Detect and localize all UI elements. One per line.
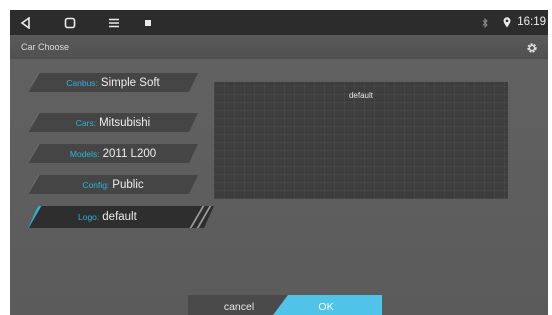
cancel-button[interactable]: cancel	[188, 295, 290, 315]
models-selector[interactable]: Models: 2011 L200	[28, 144, 198, 163]
models-value: 2011 L200	[102, 147, 157, 160]
cars-value: Mitsubishi	[99, 116, 151, 129]
models-label: Models:	[69, 148, 100, 159]
cars-label: Cars:	[75, 117, 97, 128]
car-choose-panel: Canbus: Simple Soft Cars: Mitsubishi Mod…	[10, 59, 548, 315]
status-bar: 16:19	[10, 10, 548, 35]
bluetooth-icon	[480, 10, 490, 35]
cars-selector[interactable]: Cars: Mitsubishi	[28, 113, 198, 132]
canbus-label: Canbus:	[66, 77, 98, 88]
config-selector[interactable]: Config: Public	[28, 175, 198, 194]
canbus-selector[interactable]: Canbus: Simple Soft	[28, 73, 198, 92]
logo-value: default	[102, 211, 137, 223]
preview-label: default	[348, 91, 374, 100]
logo-text: Logo: default	[78, 211, 137, 223]
back-icon[interactable]	[18, 10, 34, 35]
gear-icon[interactable]	[526, 41, 538, 53]
logo-selected-accent	[26, 206, 42, 228]
head-unit-screen: 16:19 Car Choose Canbus: Simple Soft Car…	[10, 10, 548, 315]
logo-label: Logo:	[78, 212, 100, 222]
divider	[197, 206, 212, 228]
canbus-value: Simple Soft	[100, 76, 160, 89]
config-value: Public	[112, 178, 144, 191]
logo-selector[interactable]: Logo: default	[28, 206, 214, 228]
logo-preview: default	[214, 82, 508, 199]
ok-button[interactable]: OK	[270, 295, 382, 315]
location-icon	[502, 10, 512, 35]
config-label: Config:	[82, 179, 110, 190]
notification-icon	[142, 10, 154, 35]
title-bar: Car Choose	[10, 35, 548, 60]
menu-icon[interactable]	[106, 10, 122, 35]
home-icon[interactable]	[62, 10, 78, 35]
page-title: Car Choose	[21, 42, 70, 52]
clock: 16:19	[517, 16, 546, 28]
